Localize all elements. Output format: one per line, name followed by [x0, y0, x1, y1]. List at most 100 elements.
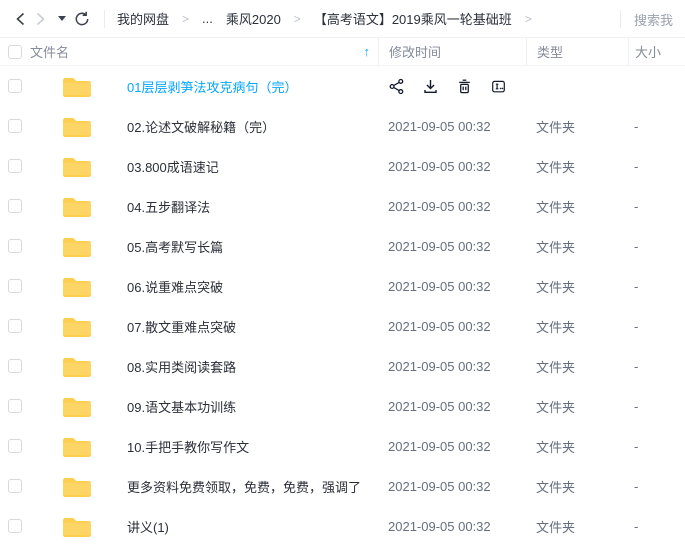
file-name-link[interactable]: 07.散文重难点突破	[127, 317, 236, 336]
search-input[interactable]: 搜索我	[620, 0, 673, 38]
row-checkbox[interactable]	[8, 279, 22, 293]
size-cell: -	[628, 199, 685, 214]
row-checkbox[interactable]	[8, 79, 22, 93]
row-checkbox[interactable]	[8, 199, 22, 213]
row-checkbox[interactable]	[8, 239, 22, 253]
header-size-label[interactable]: 大小	[628, 38, 685, 65]
breadcrumb-item[interactable]: 【高考语文】2019乘风一轮基础班	[314, 9, 512, 28]
modified-cell: 2021-09-05 00:32	[378, 319, 526, 334]
table-row[interactable]: 04.五步翻译法 2021-09-05 00:32 文件夹 -	[0, 186, 685, 226]
modified-cell: 2021-09-05 00:32	[378, 439, 526, 454]
download-icon[interactable]	[422, 78, 439, 95]
name-cell: 07.散文重难点突破	[0, 316, 378, 337]
modified-cell: 2021-09-05 00:32	[378, 399, 526, 414]
breadcrumb: 我的网盘>...乘风2020>【高考语文】2019乘风一轮基础班>	[117, 9, 685, 28]
folder-icon	[62, 476, 92, 497]
delete-icon[interactable]	[456, 78, 473, 95]
modified-cell: 2021-09-05 00:32	[378, 279, 526, 294]
name-cell: 06.说重难点突破	[0, 276, 378, 297]
folder-icon	[62, 356, 92, 377]
table-row[interactable]: 10.手把手教你写作文 2021-09-05 00:32 文件夹 -	[0, 426, 685, 466]
type-cell: 文件夹	[526, 117, 628, 136]
row-checkbox[interactable]	[8, 519, 22, 533]
share-icon[interactable]	[388, 78, 405, 95]
name-cell: 09.语文基本功训练	[0, 396, 378, 417]
table-row[interactable]: 09.语文基本功训练 2021-09-05 00:32 文件夹 -	[0, 386, 685, 426]
history-dropdown-icon[interactable]	[58, 16, 66, 21]
table-row[interactable]: 讲义(1) 2021-09-05 00:32 文件夹 -	[0, 506, 685, 546]
row-checkbox[interactable]	[8, 159, 22, 173]
table-row[interactable]: 01层层剥笋法攻克病句（完）	[0, 66, 685, 106]
table-header: 文件名 ↑ 修改时间 类型 大小	[0, 38, 685, 66]
file-name-link[interactable]: 02.论述文破解秘籍（完）	[127, 117, 275, 136]
row-checkbox[interactable]	[8, 359, 22, 373]
table-row[interactable]: 08.实用类阅读套路 2021-09-05 00:32 文件夹 -	[0, 346, 685, 386]
breadcrumb-item[interactable]: 我的网盘	[117, 9, 169, 28]
modified-cell: 2021-09-05 00:32	[378, 239, 526, 254]
modified-cell	[378, 78, 526, 95]
file-name-link[interactable]: 更多资料免费领取，免费，免费，强调了	[127, 477, 361, 496]
table-row[interactable]: 02.论述文破解秘籍（完） 2021-09-05 00:32 文件夹 -	[0, 106, 685, 146]
modified-cell: 2021-09-05 00:32	[378, 479, 526, 494]
file-name-link[interactable]: 03.800成语速记	[127, 157, 219, 176]
header-type-label[interactable]: 类型	[526, 38, 628, 65]
forward-icon[interactable]	[30, 9, 50, 29]
table-row[interactable]: 07.散文重难点突破 2021-09-05 00:32 文件夹 -	[0, 306, 685, 346]
table-row[interactable]: 03.800成语速记 2021-09-05 00:32 文件夹 -	[0, 146, 685, 186]
header-name-column: 文件名 ↑	[0, 38, 378, 65]
type-cell: 文件夹	[526, 197, 628, 216]
row-checkbox[interactable]	[8, 319, 22, 333]
sort-ascending-icon[interactable]: ↑	[364, 44, 371, 59]
breadcrumb-separator: >	[525, 12, 532, 26]
rename-icon[interactable]	[490, 78, 507, 95]
size-cell: -	[628, 479, 685, 494]
breadcrumb-item[interactable]: 乘风2020	[226, 9, 281, 28]
file-name-link[interactable]: 08.实用类阅读套路	[127, 357, 236, 376]
folder-icon	[62, 236, 92, 257]
file-name-link[interactable]: 06.说重难点突破	[127, 277, 223, 296]
modified-cell: 2021-09-05 00:32	[378, 199, 526, 214]
breadcrumb-separator: >	[182, 12, 189, 26]
size-cell: -	[628, 359, 685, 374]
header-modified-label[interactable]: 修改时间	[378, 38, 526, 65]
folder-icon	[62, 316, 92, 337]
row-checkbox[interactable]	[8, 119, 22, 133]
row-checkbox[interactable]	[8, 399, 22, 413]
file-list: 01层层剥笋法攻克病句（完） 02.论述文破解秘籍（完） 2021-09-05 …	[0, 66, 685, 546]
folder-icon	[62, 76, 92, 97]
file-name-link[interactable]: 01层层剥笋法攻克病句（完）	[127, 77, 297, 96]
breadcrumb-item[interactable]: ...	[202, 11, 213, 26]
size-cell: -	[628, 279, 685, 294]
back-icon[interactable]	[10, 9, 30, 29]
name-cell: 02.论述文破解秘籍（完）	[0, 116, 378, 137]
size-cell: -	[628, 239, 685, 254]
file-name-link[interactable]: 10.手把手教你写作文	[127, 437, 249, 456]
file-name-link[interactable]: 讲义(1)	[127, 517, 169, 536]
type-cell: 文件夹	[526, 317, 628, 336]
type-cell: 文件夹	[526, 477, 628, 496]
toolbar: 我的网盘>...乘风2020>【高考语文】2019乘风一轮基础班> 搜索我	[0, 0, 685, 38]
search-placeholder: 搜索我	[634, 10, 673, 29]
size-cell: -	[628, 399, 685, 414]
type-cell: 文件夹	[526, 437, 628, 456]
search-divider	[620, 10, 621, 28]
name-cell: 更多资料免费领取，免费，免费，强调了	[0, 476, 378, 497]
table-row[interactable]: 06.说重难点突破 2021-09-05 00:32 文件夹 -	[0, 266, 685, 306]
modified-cell: 2021-09-05 00:32	[378, 119, 526, 134]
table-row[interactable]: 更多资料免费领取，免费，免费，强调了 2021-09-05 00:32 文件夹 …	[0, 466, 685, 506]
header-name-label[interactable]: 文件名	[30, 42, 69, 61]
select-all-checkbox[interactable]	[8, 45, 22, 59]
file-name-link[interactable]: 04.五步翻译法	[127, 197, 210, 216]
file-name-link[interactable]: 05.高考默写长篇	[127, 237, 223, 256]
row-checkbox[interactable]	[8, 479, 22, 493]
size-cell: -	[628, 439, 685, 454]
size-cell: -	[628, 319, 685, 334]
file-name-link[interactable]: 09.语文基本功训练	[127, 397, 236, 416]
table-row[interactable]: 05.高考默写长篇 2021-09-05 00:32 文件夹 -	[0, 226, 685, 266]
size-cell: -	[628, 519, 685, 534]
refresh-icon[interactable]	[72, 9, 92, 29]
row-checkbox[interactable]	[8, 439, 22, 453]
type-cell: 文件夹	[526, 157, 628, 176]
modified-cell: 2021-09-05 00:32	[378, 359, 526, 374]
type-cell: 文件夹	[526, 237, 628, 256]
